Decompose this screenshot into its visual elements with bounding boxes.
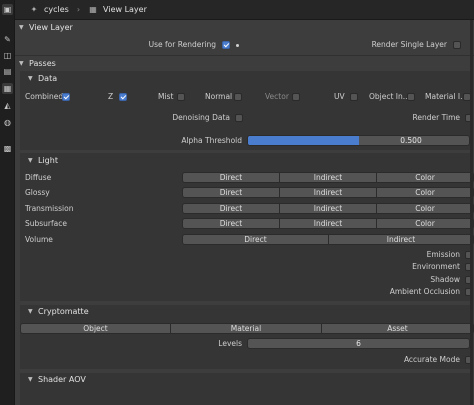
- uv-checkbox[interactable]: [350, 93, 358, 101]
- glossy-direct-button[interactable]: Direct: [182, 187, 280, 198]
- light-subpanel-header[interactable]: ▼ Light: [28, 154, 58, 167]
- breadcrumb-scene: cycles: [44, 5, 69, 14]
- cryptomatte-asset-button[interactable]: Asset: [321, 323, 474, 334]
- use-for-rendering-checkbox[interactable]: [222, 41, 230, 49]
- accurate-mode-label: Accurate Mode: [403, 355, 460, 364]
- normal-label: Normal: [205, 92, 233, 101]
- volume-label: Volume: [25, 235, 53, 244]
- subsurface-indirect-button[interactable]: Indirect: [279, 218, 377, 229]
- shader-aov-subpanel-header[interactable]: ▼ Shader AOV: [28, 373, 86, 386]
- mist-label: Mist: [158, 92, 174, 101]
- glossy-color-button[interactable]: Color: [376, 187, 474, 198]
- environment-label: Environment: [412, 262, 460, 271]
- subsurface-label: Subsurface: [25, 219, 67, 228]
- diffuse-label: Diffuse: [25, 173, 52, 182]
- normal-checkbox[interactable]: [234, 93, 242, 101]
- uv-label: UV: [334, 92, 345, 101]
- properties-header: ✦ cycles › ▦ View Layer: [15, 0, 474, 20]
- render-single-layer-checkbox[interactable]: [453, 41, 461, 49]
- collapse-arrow-icon: ▼: [19, 60, 24, 67]
- scene-tab-icon[interactable]: ◭: [2, 100, 13, 111]
- levels-value: 6: [356, 339, 361, 348]
- breadcrumb-view-layer: View Layer: [103, 5, 147, 14]
- emission-label: Emission: [426, 250, 460, 259]
- vector-checkbox[interactable]: [292, 93, 300, 101]
- vector-label: Vector: [265, 92, 289, 101]
- diffuse-indirect-button[interactable]: Indirect: [279, 172, 377, 183]
- alpha-threshold-label: Alpha Threshold: [181, 136, 242, 145]
- passes-panel-header[interactable]: ▼ Passes: [19, 57, 56, 70]
- cryptomatte-object-button[interactable]: Object: [20, 323, 171, 334]
- cryptomatte-material-button[interactable]: Material: [170, 323, 322, 334]
- breadcrumb-separator-icon: ›: [76, 5, 81, 14]
- ambient-occlusion-label: Ambient Occlusion: [389, 287, 460, 296]
- material-index-label: Material I...: [425, 92, 468, 101]
- properties-tab-bar: ▣ ✎ ◫ ▤ ▦ ◭ ◍ ▩: [0, 0, 15, 405]
- view-layer-tab-icon[interactable]: ▦: [2, 83, 13, 94]
- denoising-data-checkbox[interactable]: [235, 114, 243, 122]
- shader-aov-subpanel: [20, 373, 470, 405]
- use-for-rendering-label: Use for Rendering: [148, 40, 216, 49]
- collapse-arrow-icon: ▼: [28, 308, 33, 315]
- animate-property-icon[interactable]: [236, 44, 239, 47]
- glossy-label: Glossy: [25, 188, 50, 197]
- volume-direct-button[interactable]: Direct: [182, 234, 329, 245]
- volume-indirect-button[interactable]: Indirect: [328, 234, 474, 245]
- shadow-label: Shadow: [430, 275, 460, 284]
- data-title: Data: [38, 74, 58, 83]
- subsurface-color-button[interactable]: Color: [376, 218, 474, 229]
- glossy-indirect-button[interactable]: Indirect: [279, 187, 377, 198]
- alpha-threshold-slider[interactable]: 0.500: [247, 135, 470, 146]
- collapse-arrow-icon: ▼: [28, 157, 33, 164]
- collapse-arrow-icon: ▼: [19, 24, 24, 31]
- view-layer-title: View Layer: [29, 23, 73, 32]
- tool-tab-icon[interactable]: ✎: [2, 34, 13, 45]
- vertical-scrollbar[interactable]: [470, 20, 473, 405]
- combined-checkbox[interactable]: [62, 93, 70, 101]
- transmission-label: Transmission: [25, 204, 74, 213]
- view-layer-icon: ▦: [89, 5, 97, 14]
- object-index-checkbox[interactable]: [407, 93, 415, 101]
- mist-checkbox[interactable]: [177, 93, 185, 101]
- alpha-threshold-fill: [248, 136, 359, 145]
- combined-label: Combined: [25, 92, 64, 101]
- cryptomatte-title: Cryptomatte: [38, 307, 89, 316]
- editor-type-icon[interactable]: ▣: [2, 4, 13, 15]
- collapse-arrow-icon: ▼: [28, 75, 33, 82]
- transmission-direct-button[interactable]: Direct: [182, 203, 280, 214]
- world-tab-icon[interactable]: ◍: [2, 117, 13, 128]
- diffuse-direct-button[interactable]: Direct: [182, 172, 280, 183]
- collapse-arrow-icon: ▼: [28, 376, 33, 383]
- texture-tab-icon[interactable]: ▩: [2, 143, 13, 154]
- denoising-data-label: Denoising Data: [172, 113, 230, 122]
- diffuse-color-button[interactable]: Color: [376, 172, 474, 183]
- view-layer-panel-header[interactable]: ▼ View Layer: [19, 21, 73, 34]
- levels-field[interactable]: 6: [247, 338, 470, 349]
- transmission-indirect-button[interactable]: Indirect: [279, 203, 377, 214]
- scene-icon: ✦: [30, 5, 38, 14]
- transmission-color-button[interactable]: Color: [376, 203, 474, 214]
- subsurface-direct-button[interactable]: Direct: [182, 218, 280, 229]
- render-time-label: Render Time: [412, 113, 460, 122]
- breadcrumb: ✦ cycles › ▦ View Layer: [29, 5, 147, 15]
- render-tab-icon[interactable]: ◫: [2, 50, 13, 61]
- object-index-label: Object In...: [369, 92, 410, 101]
- light-title: Light: [38, 156, 58, 165]
- cryptomatte-subpanel-header[interactable]: ▼ Cryptomatte: [28, 305, 89, 318]
- shader-aov-title: Shader AOV: [38, 375, 86, 384]
- data-subpanel-header[interactable]: ▼ Data: [28, 72, 57, 85]
- output-tab-icon[interactable]: ▤: [2, 66, 13, 77]
- render-single-layer-label: Render Single Layer: [371, 40, 447, 49]
- z-checkbox[interactable]: [119, 93, 127, 101]
- passes-title: Passes: [29, 59, 56, 68]
- alpha-threshold-value: 0.500: [400, 136, 422, 145]
- levels-label: Levels: [218, 339, 242, 348]
- z-label: Z: [108, 92, 114, 101]
